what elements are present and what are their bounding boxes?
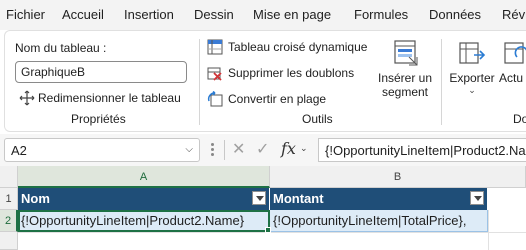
- fill-handle[interactable]: [265, 227, 271, 233]
- group-separator: [441, 39, 442, 125]
- column-header-a[interactable]: A: [18, 166, 270, 188]
- formula-separator: [224, 140, 225, 160]
- insert-slicer-label-2: segment: [381, 85, 429, 99]
- vertical-dots-icon[interactable]: [211, 143, 215, 157]
- insert-slicer-label-1: Insérer un: [377, 71, 433, 85]
- resize-table-button[interactable]: Redimensionner le tableau: [19, 89, 189, 107]
- pivot-table-button[interactable]: Tableau croisé dynamique: [207, 38, 372, 56]
- gridline: [488, 210, 489, 250]
- ribbon-tabs: Fichier Accueil Insertion Dessin Mise en…: [0, 0, 526, 30]
- select-all-corner[interactable]: [0, 166, 18, 188]
- remove-duplicates-label: Supprimer les doublons: [228, 66, 355, 80]
- export-chevron-icon: ⌄: [468, 85, 476, 95]
- chevron-down-icon[interactable]: ⌵: [185, 144, 193, 155]
- export-icon: [459, 42, 486, 64]
- tab-revision[interactable]: Révis: [502, 7, 526, 22]
- cell-b2[interactable]: {!OpportunityLineItem|TotalPrice},: [270, 210, 488, 232]
- tab-insertion[interactable]: Insertion: [124, 7, 174, 22]
- confirm-icon[interactable]: ✓: [256, 139, 269, 159]
- export-button[interactable]: Exporter ⌄: [447, 37, 497, 105]
- convert-to-range-label: Convertir en plage: [228, 92, 327, 106]
- group-separator: [199, 39, 200, 125]
- refresh-label: Actu: [499, 71, 524, 85]
- remove-duplicates-button[interactable]: Supprimer les doublons: [207, 64, 372, 82]
- active-cell-outline: [18, 210, 270, 232]
- spreadsheet-grid: A B 1 2 Nom Montant {!OpportunityLineIte…: [0, 166, 526, 250]
- tab-fichier[interactable]: Fichier: [6, 7, 45, 22]
- insert-slicer-button[interactable]: Insérer un segment: [373, 37, 437, 105]
- properties-group-label: Propriétés: [71, 112, 126, 126]
- tab-formules[interactable]: Formules: [354, 7, 408, 22]
- gridline: [18, 232, 526, 233]
- formula-bar: A2 ⌵ ✕ ✓ fx ⌄ {!OpportunityLineItem|Prod…: [0, 134, 526, 166]
- name-box[interactable]: A2 ⌵: [4, 138, 200, 162]
- filter-dropdown-icon[interactable]: [252, 191, 266, 205]
- row-header-2[interactable]: 2: [0, 210, 18, 232]
- pivot-table-label: Tableau croisé dynamique: [228, 40, 368, 54]
- external-group-label: Do: [513, 112, 526, 126]
- table-header-montant[interactable]: Montant: [270, 188, 488, 210]
- table-name-label: Nom du tableau :: [15, 41, 107, 55]
- row-header-3[interactable]: [0, 232, 18, 250]
- table-header-montant-label: Montant: [273, 191, 324, 206]
- export-label: Exporter: [449, 71, 495, 85]
- table-name-input[interactable]: [15, 61, 187, 83]
- slicer-icon: [394, 40, 418, 66]
- refresh-button[interactable]: Actu: [499, 37, 526, 105]
- function-icon[interactable]: fx: [281, 139, 296, 158]
- pivot-table-icon: [207, 39, 223, 55]
- tab-donnees[interactable]: Données: [429, 7, 481, 22]
- column-header-b[interactable]: B: [270, 166, 526, 188]
- name-box-value: A2: [11, 143, 27, 158]
- formula-text: {!OpportunityLineItem|Product2.Name}: [325, 143, 526, 158]
- remove-duplicates-icon: [207, 67, 222, 81]
- tab-dessin[interactable]: Dessin: [194, 7, 234, 22]
- table-header-nom[interactable]: Nom: [18, 188, 270, 210]
- tab-mise-en-page[interactable]: Mise en page: [253, 7, 331, 22]
- tools-group-label: Outils: [302, 112, 333, 126]
- refresh-icon: [504, 42, 526, 64]
- table-header-nom-label: Nom: [21, 191, 50, 206]
- function-chevron-icon[interactable]: ⌄: [300, 143, 308, 154]
- cancel-icon[interactable]: ✕: [232, 139, 245, 159]
- row-header-1[interactable]: 1: [0, 188, 18, 210]
- convert-to-range-icon: [207, 91, 223, 107]
- ribbon: Nom du tableau : Redimensionner le table…: [4, 30, 526, 132]
- formula-input[interactable]: {!OpportunityLineItem|Product2.Name}: [318, 138, 526, 162]
- filter-dropdown-icon[interactable]: [470, 191, 484, 205]
- resize-table-label: Redimensionner le tableau: [38, 91, 181, 105]
- resize-table-icon: [19, 90, 35, 106]
- tab-accueil[interactable]: Accueil: [62, 7, 104, 22]
- convert-to-range-button[interactable]: Convertir en plage: [207, 90, 372, 108]
